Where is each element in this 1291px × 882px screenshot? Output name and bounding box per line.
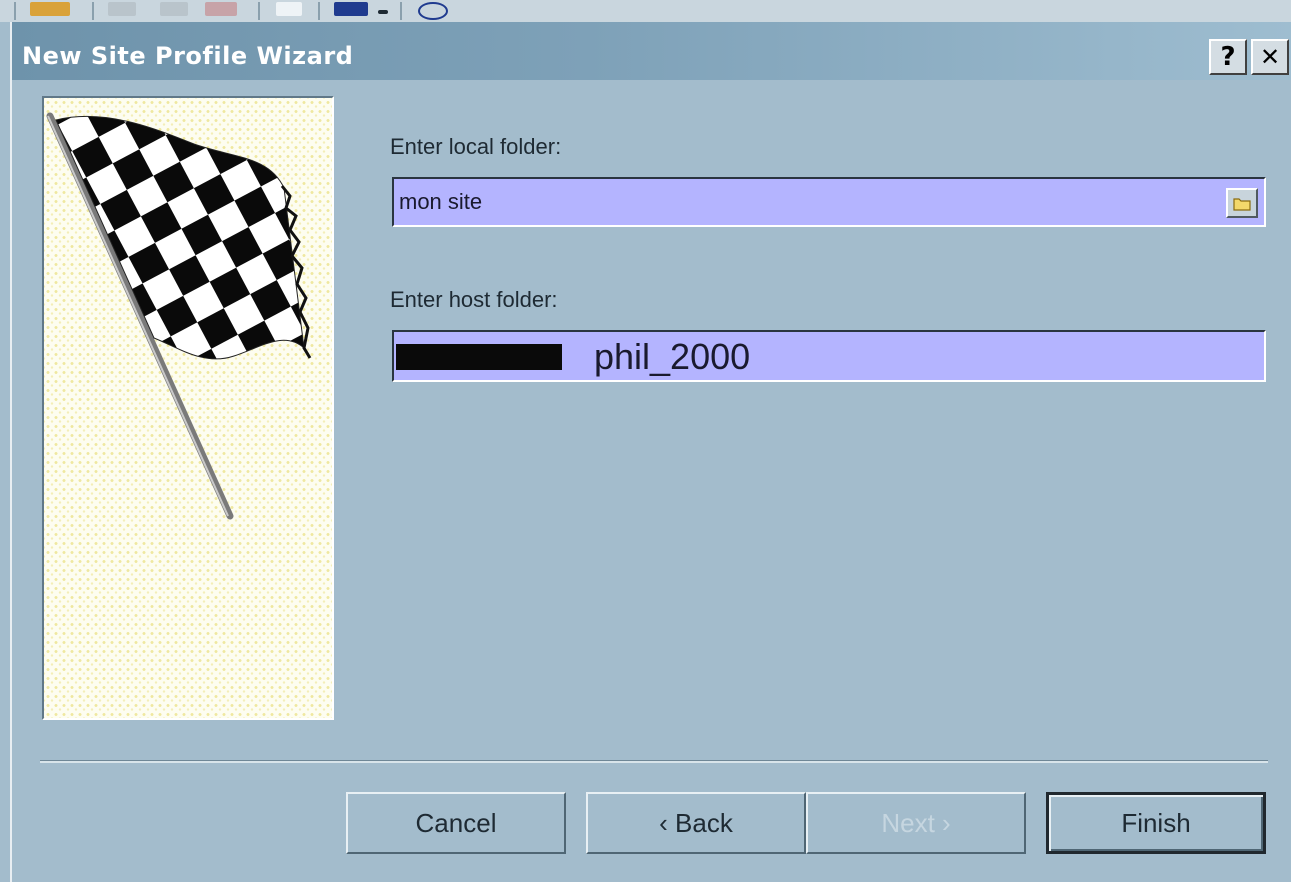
document-icon[interactable] [276,2,302,16]
help-icon[interactable] [418,2,448,20]
back-button[interactable]: ‹ Back [586,792,806,854]
view-icon[interactable] [334,2,368,16]
toolbar-separator [258,2,260,20]
button-separator [40,760,1268,763]
flag-illustration [42,96,334,720]
folder-icon[interactable] [30,2,70,16]
close-button[interactable]: ✕ [1251,39,1289,75]
redaction-bar [396,344,562,370]
dialog-title: New Site Profile Wizard [22,42,354,70]
toolbar-separator [400,2,402,20]
browse-folder-button[interactable] [1226,188,1258,218]
delete-icon[interactable] [205,2,237,16]
cancel-button[interactable]: Cancel [346,792,566,854]
local-folder-label: Enter local folder: [390,134,562,159]
copy-icon[interactable] [108,2,136,16]
title-bar: New Site Profile Wizard ? ✕ [12,22,1291,80]
host-folder-label: Enter host folder: [390,287,558,312]
dropdown-icon[interactable] [378,10,388,14]
host-folder-value: phil_2000 [594,336,751,377]
local-folder-field[interactable]: mon site [392,177,1266,227]
wizard-dialog: New Site Profile Wizard ? ✕ Enter local … [10,22,1291,882]
local-folder-value: mon site [399,189,483,214]
toolbar-separator [92,2,94,20]
host-toolbar [0,0,1291,22]
folder-icon [1233,198,1251,211]
help-button[interactable]: ? [1209,39,1247,75]
finish-button[interactable]: Finish [1046,792,1266,854]
next-button[interactable]: Next › [806,792,1026,854]
paste-icon[interactable] [160,2,188,16]
checkered-flag-icon [46,112,312,520]
toolbar-separator [14,2,16,20]
host-folder-field[interactable]: phil_2000 [392,330,1266,382]
toolbar-separator [318,2,320,20]
